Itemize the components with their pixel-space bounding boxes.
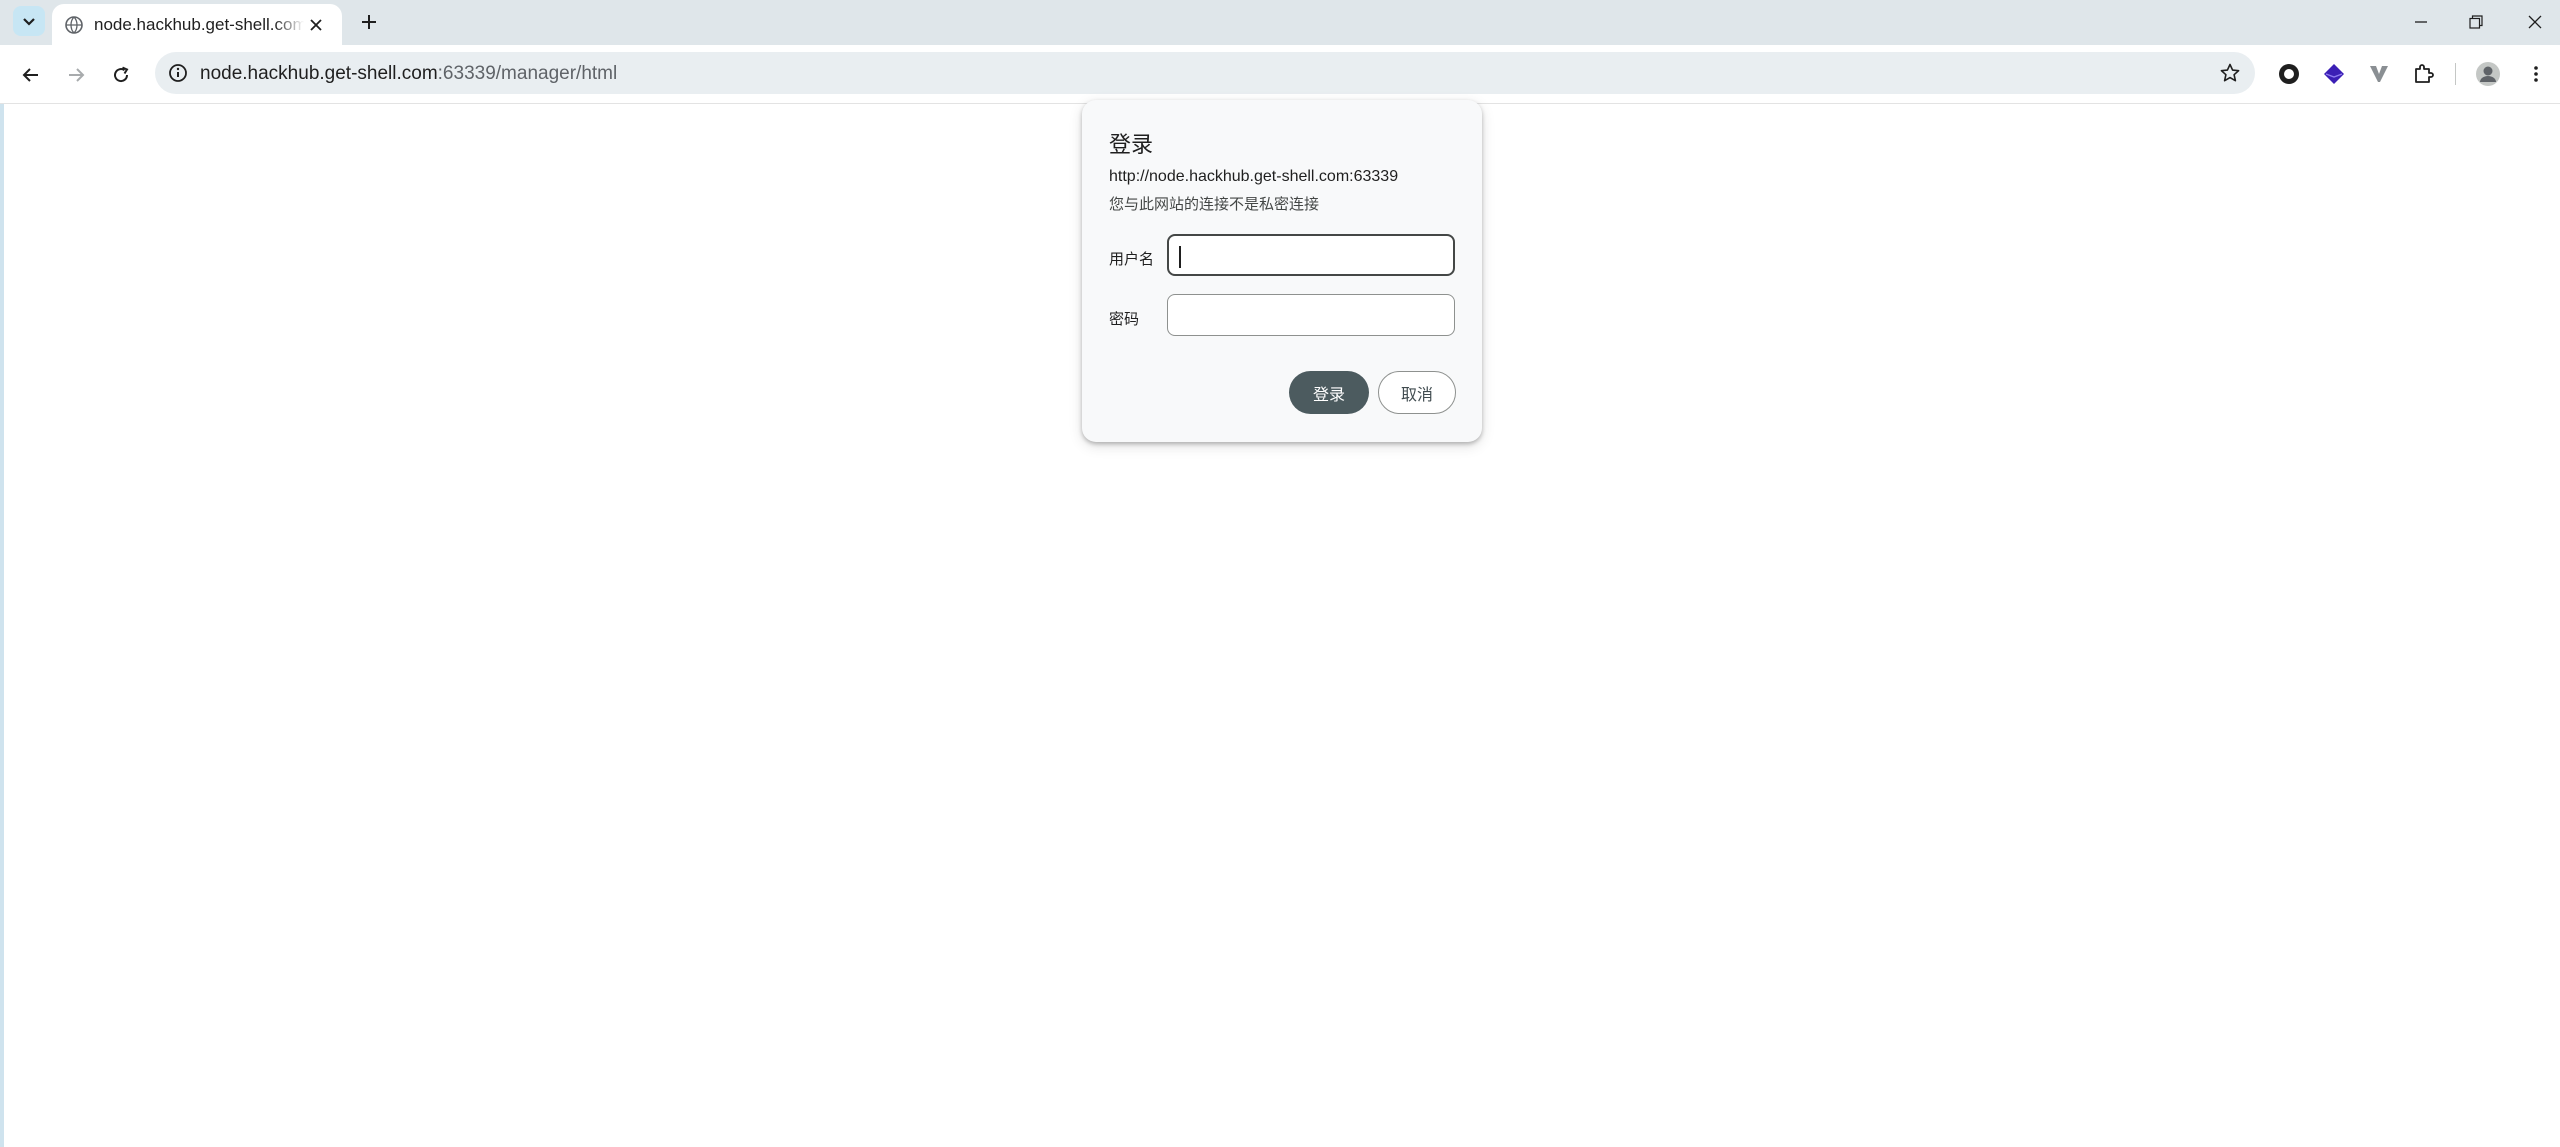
browser-menu-button[interactable] [2522, 60, 2550, 88]
password-label: 密码 [1109, 311, 1140, 328]
text-caret [1179, 246, 1181, 268]
restore-button[interactable] [2462, 8, 2490, 36]
profile-button[interactable] [2474, 60, 2502, 88]
dialog-title: 登录 [1109, 132, 1154, 157]
extension-button-v[interactable] [2365, 60, 2393, 88]
window-close-button[interactable] [2521, 8, 2549, 36]
url-host: node.hackhub.get-shell.com [200, 63, 438, 84]
connection-warning: 您与此网站的连接不是私密连接 [1109, 196, 1320, 213]
tab-search-icon [23, 18, 35, 26]
minimize-button[interactable] [2407, 8, 2435, 36]
forward-icon [69, 68, 85, 82]
reload-icon [114, 66, 129, 83]
restore-icon [2469, 15, 2483, 29]
star-icon[interactable] [2219, 62, 2241, 84]
tab-strip: node.hackhub.get-shell.com:63339/manager… [0, 0, 2560, 45]
profile-icon [2476, 62, 2500, 86]
back-button[interactable] [16, 60, 46, 90]
close-icon[interactable] [306, 15, 326, 35]
url-text: node.hackhub.get-shell.com:63339/manager… [200, 63, 617, 85]
menu-icon [2534, 66, 2538, 82]
tab-title: node.hackhub.get-shell.com:63339/manager… [94, 15, 304, 35]
username-field[interactable] [1167, 234, 1455, 276]
extension-button-ring[interactable] [2275, 60, 2303, 88]
reload-button[interactable] [106, 60, 136, 90]
extensions-menu-button[interactable] [2410, 60, 2438, 88]
dialog-origin: http://node.hackhub.get-shell.com:63339 [1109, 168, 1399, 185]
info-icon[interactable] [167, 62, 189, 84]
minimize-icon [2415, 21, 2427, 23]
username-label: 用户名 [1109, 251, 1155, 268]
password-field[interactable] [1167, 294, 1455, 336]
plus-icon[interactable] [357, 10, 381, 34]
extension-button-layers[interactable] [2320, 60, 2348, 88]
login-button[interactable]: 登录 [1289, 371, 1369, 414]
browser-toolbar: node.hackhub.get-shell.com:63339/manager… [0, 45, 2560, 104]
forward-button[interactable] [61, 60, 91, 90]
extension-icon [2279, 64, 2299, 84]
window-close-icon [2528, 15, 2542, 29]
toolbar-divider [2455, 63, 2456, 85]
back-icon [22, 68, 38, 82]
window-edge [0, 0, 4, 1147]
url-path: :63339/manager/html [437, 63, 618, 84]
cancel-button[interactable]: 取消 [1378, 371, 1456, 414]
puzzle-icon [2415, 64, 2434, 83]
globe-icon [65, 16, 83, 34]
extension-icon [2370, 66, 2388, 82]
login-dialog: 登录 http://node.hackhub.get-shell.com:633… [1082, 100, 1482, 442]
extension-icon [2324, 64, 2344, 84]
tab-search-button[interactable] [13, 6, 45, 36]
address-bar[interactable]: node.hackhub.get-shell.com:63339/manager… [155, 52, 2255, 94]
tab-active[interactable]: node.hackhub.get-shell.com:63339/manager… [52, 4, 342, 45]
